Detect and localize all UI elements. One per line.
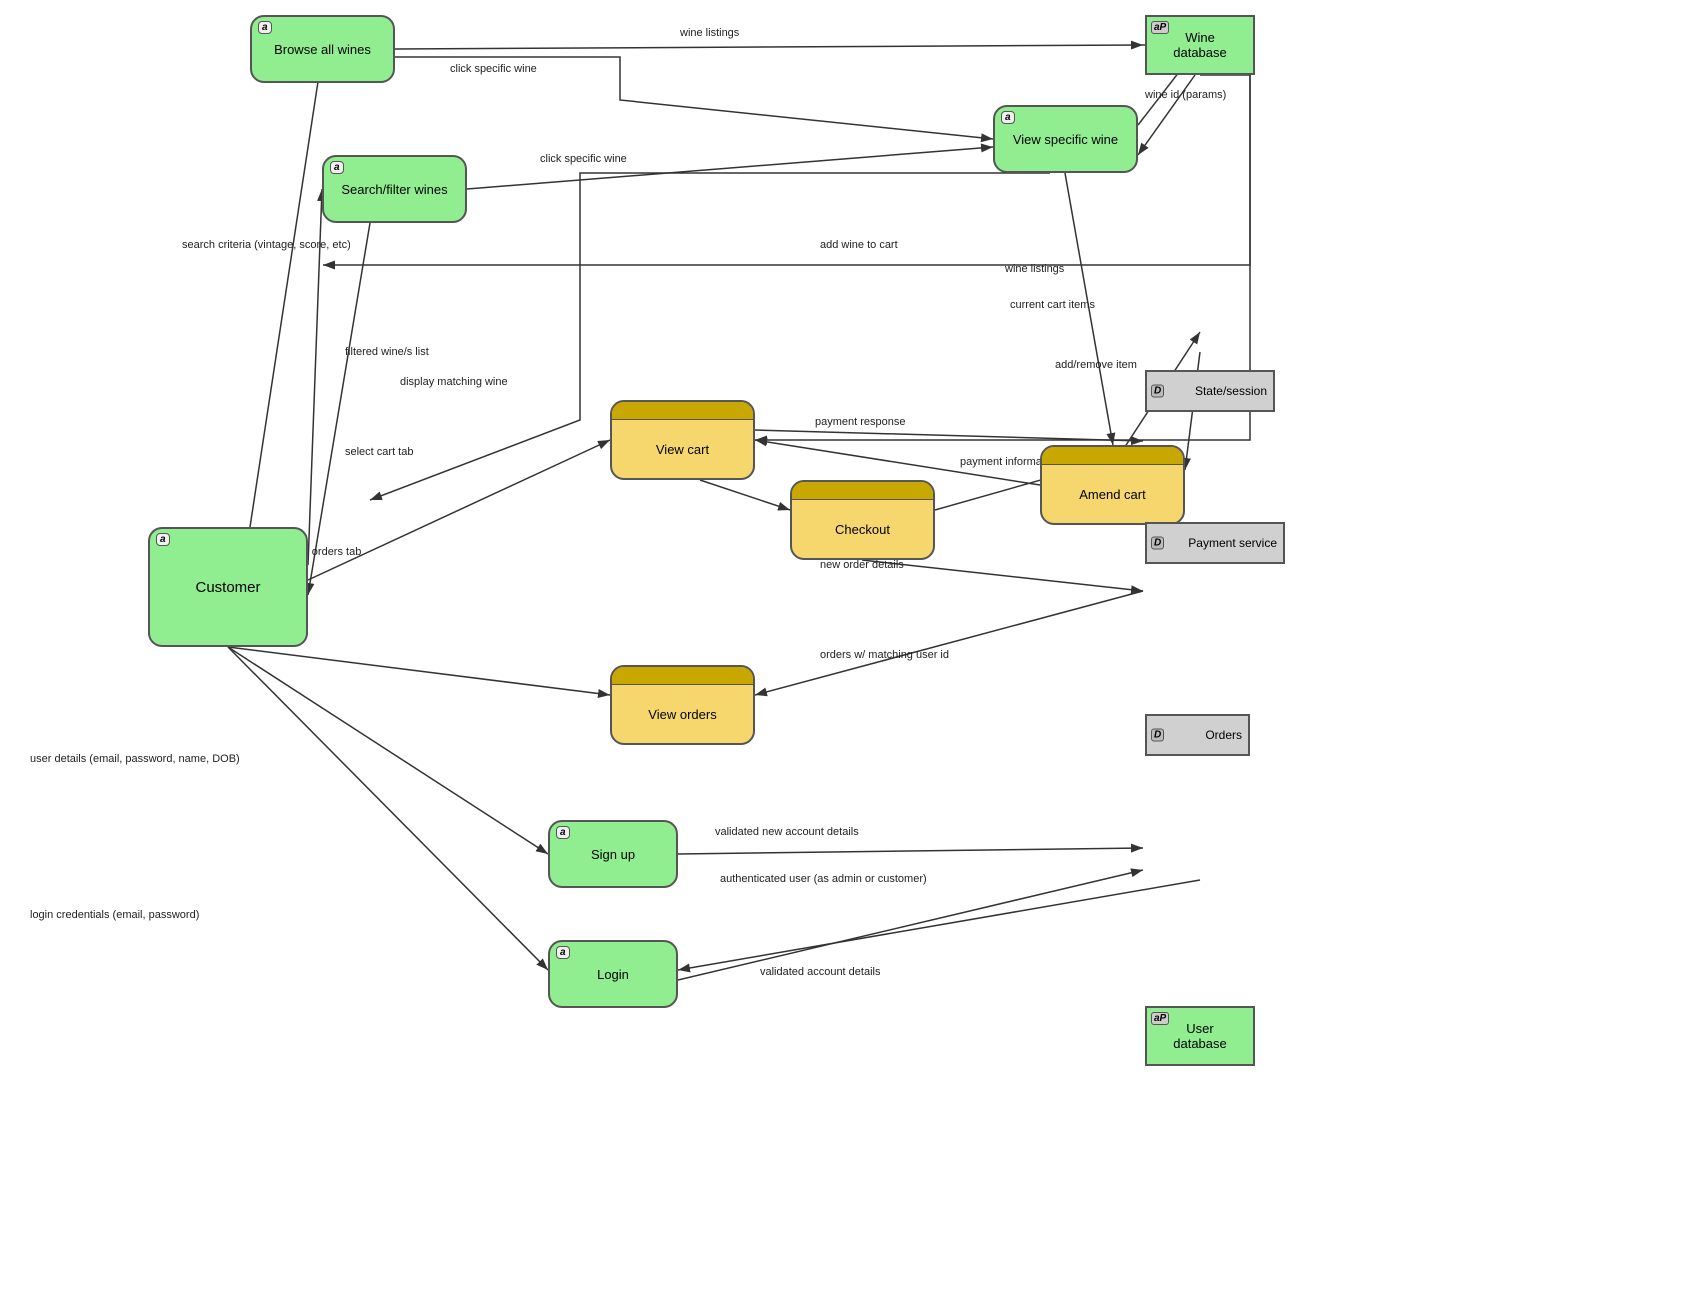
label-select-cart: select cart tab	[345, 446, 413, 458]
node-payment-service: D Payment service	[1145, 522, 1285, 564]
label-payment-response: payment response	[815, 416, 906, 428]
label-current-cart: current cart items	[1010, 299, 1095, 311]
payment-service-badge: D	[1151, 537, 1164, 550]
checkout-label: Checkout	[835, 522, 890, 537]
wine-db-badge: aP	[1151, 21, 1169, 34]
view-orders-header	[612, 667, 753, 685]
label-validated-new: validated new account details	[715, 826, 859, 838]
browse-wines-badge: a	[258, 21, 272, 34]
node-amend-cart: Amend cart	[1040, 445, 1185, 525]
label-user-details: user details (email, password, name, DOB…	[30, 753, 240, 765]
label-filtered-wines: filtered wine/s list	[345, 346, 429, 358]
state-session-badge: D	[1151, 385, 1164, 398]
node-login: a Login	[548, 940, 678, 1008]
view-specific-badge: a	[1001, 111, 1015, 124]
label-validated-account: validated account details	[760, 966, 881, 978]
node-search-wines: a Search/filter wines	[322, 155, 467, 223]
checkout-body: Checkout	[792, 500, 933, 558]
signup-badge: a	[556, 826, 570, 839]
label-wine-listings-top: wine listings	[679, 27, 740, 39]
label-display-matching: display matching wine	[400, 376, 508, 388]
label-wine-id: wine id (params)	[1144, 89, 1226, 101]
view-cart-body: View cart	[612, 420, 753, 478]
login-label: Login	[597, 967, 629, 982]
customer-badge: a	[156, 533, 170, 546]
arrow-browse-winedb	[395, 45, 1143, 49]
orders-badge: D	[1151, 729, 1164, 742]
checkout-header	[792, 482, 933, 500]
view-specific-label: View specific wine	[1013, 132, 1118, 147]
node-signup: a Sign up	[548, 820, 678, 888]
arrow-customer-login	[228, 647, 548, 970]
view-cart-label: View cart	[656, 442, 709, 457]
view-orders-label: View orders	[648, 707, 716, 722]
label-search-criteria: search criteria (vintage, score, etc)	[182, 239, 351, 251]
login-badge: a	[556, 946, 570, 959]
arrow-viewcart-checkout	[700, 480, 790, 510]
node-state-session: D State/session	[1145, 370, 1275, 412]
diagram-svg: wine listings click specific wine click …	[0, 0, 1696, 1300]
label-wine-listings-right: wine listings	[1004, 263, 1065, 275]
label-click-specific-search: click specific wine	[540, 153, 627, 165]
view-orders-body: View orders	[612, 685, 753, 743]
arrow-checkout-orders	[862, 560, 1143, 591]
amend-cart-header	[1042, 447, 1183, 465]
arrow-searchwines-customer	[308, 223, 370, 595]
label-add-wine-cart: add wine to cart	[820, 239, 898, 251]
payment-service-label: Payment service	[1188, 536, 1277, 550]
arrow-customer-viewcart	[308, 440, 610, 580]
diagram-container: wine listings click specific wine click …	[0, 0, 1696, 1300]
amend-cart-label: Amend cart	[1079, 487, 1145, 502]
arrow-orders-vieworders	[755, 591, 1143, 695]
node-view-cart: View cart	[610, 400, 755, 480]
label-authenticated-user: authenticated user (as admin or customer…	[720, 873, 927, 885]
arrow-signup-userdb	[678, 848, 1143, 854]
node-checkout: Checkout	[790, 480, 935, 560]
node-user-db: aP User database	[1145, 1006, 1255, 1066]
orders-label: Orders	[1205, 728, 1242, 742]
search-wines-label: Search/filter wines	[341, 182, 447, 197]
node-orders: D Orders	[1145, 714, 1250, 756]
browse-wines-label: Browse all wines	[274, 42, 371, 57]
state-session-label: State/session	[1195, 384, 1267, 398]
arrow-userdb-login-auth	[678, 880, 1200, 970]
arrow-customer-vieworders	[228, 647, 610, 695]
label-orders-matching: orders w/ matching user id	[820, 649, 949, 661]
label-new-order: new order details	[820, 559, 904, 571]
user-db-label: User database	[1173, 1021, 1227, 1051]
user-db-badge: aP	[1151, 1012, 1169, 1025]
signup-label: Sign up	[591, 847, 635, 862]
label-login-creds: login credentials (email, password)	[30, 909, 199, 921]
label-add-remove: add/remove item	[1055, 359, 1137, 371]
arrow-login-userdb	[678, 870, 1143, 980]
label-click-specific-top: click specific wine	[450, 63, 537, 75]
arrow-customer-signup	[228, 647, 548, 854]
node-view-orders: View orders	[610, 665, 755, 745]
search-wines-badge: a	[330, 161, 344, 174]
wine-db-label: Wine database	[1173, 30, 1227, 60]
amend-cart-body: Amend cart	[1042, 465, 1183, 523]
customer-label: Customer	[195, 579, 260, 596]
node-wine-db: aP Wine database	[1145, 15, 1255, 75]
view-cart-header	[612, 402, 753, 420]
node-customer: a Customer	[148, 527, 308, 647]
node-view-specific: a View specific wine	[993, 105, 1138, 173]
node-browse-wines: a Browse all wines	[250, 15, 395, 83]
